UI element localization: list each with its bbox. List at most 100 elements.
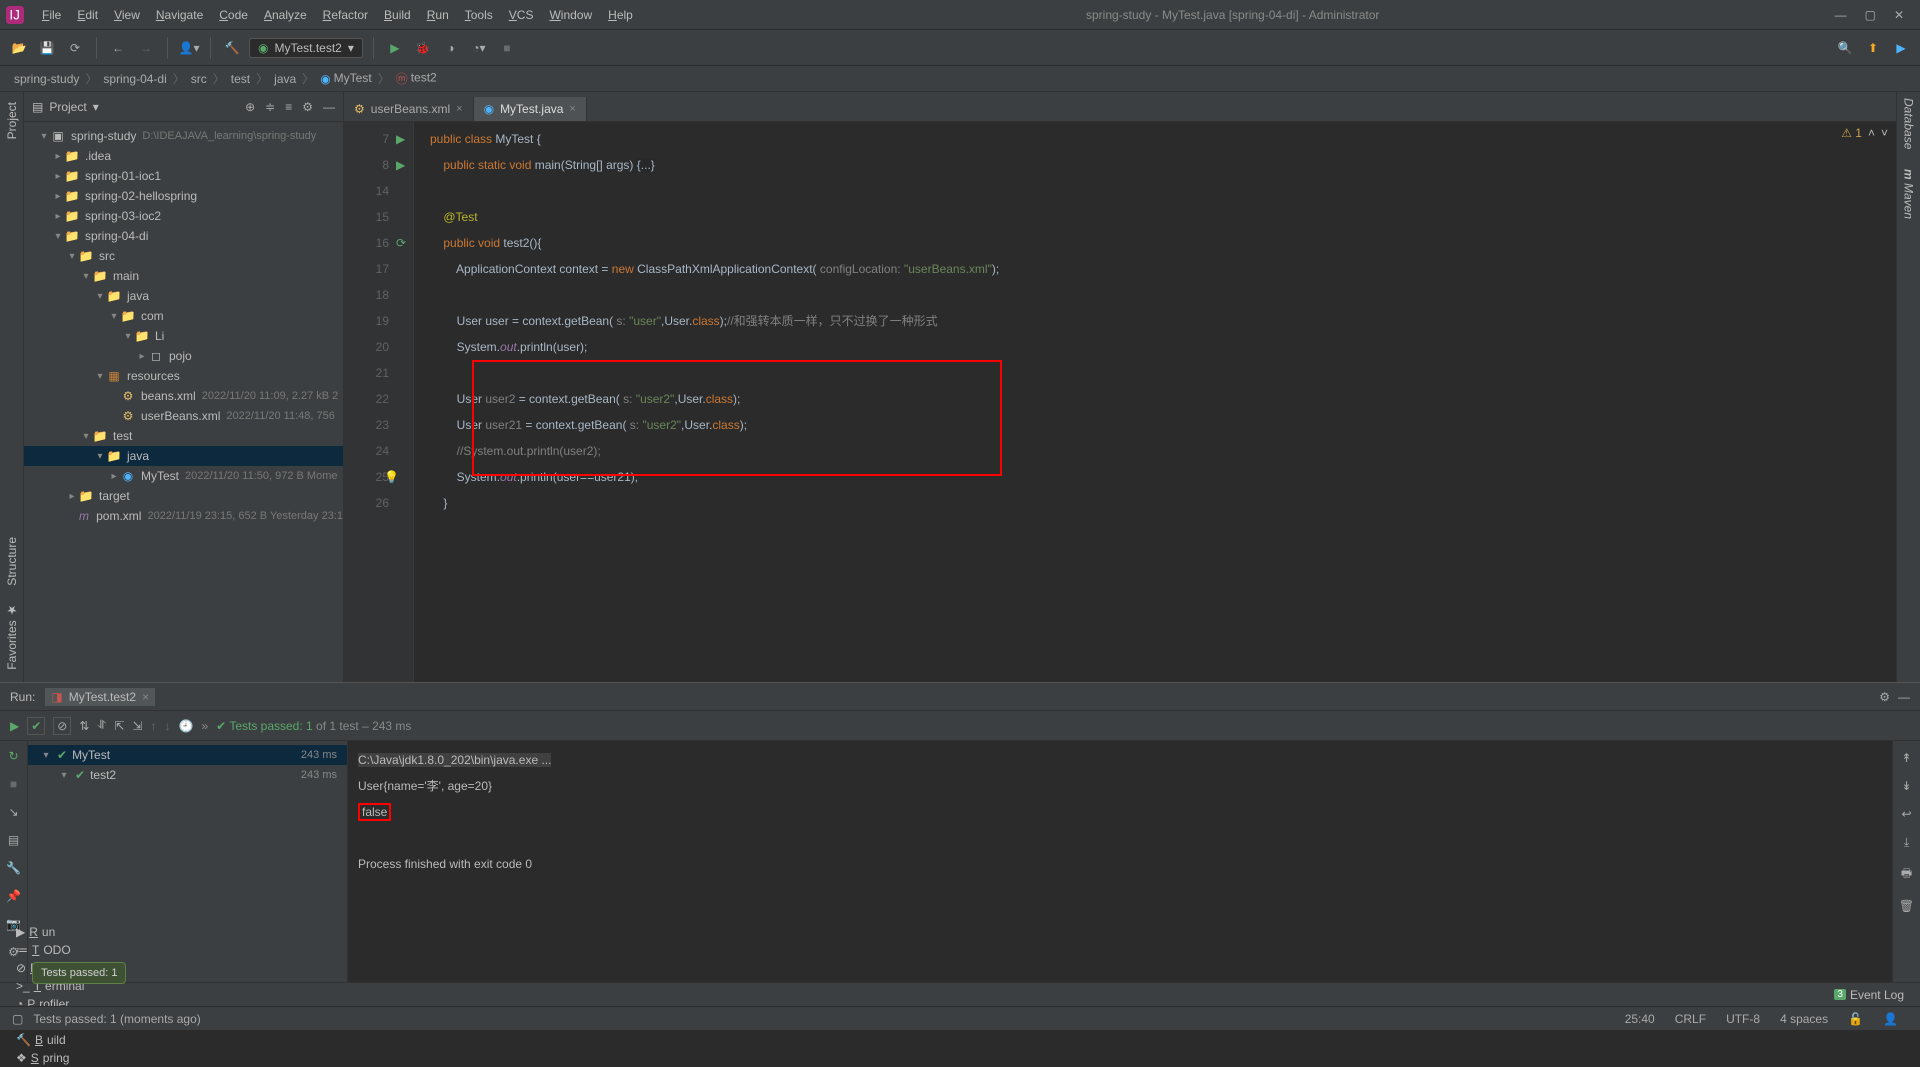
- breadcrumb-item[interactable]: src: [187, 72, 211, 86]
- wrench-icon[interactable]: 🔧: [6, 861, 21, 875]
- run-gutter-icon[interactable]: ⟳: [396, 230, 406, 256]
- tree-node[interactable]: ▸📁spring-02-hellospring: [24, 186, 343, 206]
- close-window-button[interactable]: ✕: [1894, 8, 1904, 22]
- event-log-button[interactable]: 3Event Log: [1826, 986, 1912, 1004]
- select-opened-icon[interactable]: ⊕: [245, 100, 255, 114]
- hide-run-icon[interactable]: —: [1898, 690, 1910, 704]
- breadcrumb-item[interactable]: java: [270, 72, 300, 86]
- readonly-lock-icon[interactable]: 🔓: [1838, 1012, 1873, 1026]
- bottom-todo-button[interactable]: ≔TODO: [8, 941, 95, 959]
- print-icon[interactable]: 🖶: [1901, 864, 1912, 885]
- maximize-button[interactable]: ▢: [1865, 8, 1876, 22]
- menu-window[interactable]: Window: [541, 4, 600, 26]
- tree-node[interactable]: ▾📁com: [24, 306, 343, 326]
- close-icon[interactable]: ×: [142, 690, 149, 704]
- menu-file[interactable]: File: [34, 4, 69, 26]
- project-tool-tab[interactable]: Project: [5, 98, 19, 143]
- save-icon[interactable]: 💾: [36, 37, 58, 59]
- tree-node[interactable]: ▾📁Li: [24, 326, 343, 346]
- run-icon[interactable]: ▶: [384, 37, 406, 59]
- avatar-icon[interactable]: 👤▾: [178, 37, 200, 59]
- hide-icon[interactable]: —: [323, 100, 335, 114]
- line-gutter[interactable]: 7▶8▶141516⟳171819202122232425💡26: [344, 122, 414, 682]
- console-output[interactable]: C:\Java\jdk1.8.0_202\bin\java.exe ...Use…: [348, 741, 1892, 982]
- prev-highlight-icon[interactable]: ˄: [1868, 126, 1875, 140]
- toggle-ignore-icon[interactable]: ⊘: [53, 717, 71, 735]
- clear-icon[interactable]: 🗑: [1899, 899, 1914, 913]
- scroll-lock-icon[interactable]: ⤓: [1904, 835, 1909, 850]
- open-icon[interactable]: 📂: [8, 37, 30, 59]
- layout-icon[interactable]: ▤: [8, 833, 19, 847]
- ide-updates-icon[interactable]: ⬆: [1862, 37, 1884, 59]
- run-gutter-icon[interactable]: ▶: [396, 126, 405, 152]
- structure-tool-tab[interactable]: Structure: [5, 533, 19, 590]
- tree-node[interactable]: ▾📁spring-04-di: [24, 226, 343, 246]
- minimize-button[interactable]: —: [1835, 8, 1847, 22]
- next-highlight-icon[interactable]: ˅: [1881, 126, 1888, 140]
- run-gutter-icon[interactable]: ▶: [396, 152, 405, 178]
- intention-bulb-icon[interactable]: 💡: [384, 464, 399, 490]
- profile-icon[interactable]: ◔▾: [468, 37, 490, 59]
- close-icon[interactable]: ×: [569, 103, 575, 115]
- line-separator[interactable]: CRLF: [1665, 1012, 1716, 1026]
- expand-all-icon[interactable]: ≑: [265, 100, 275, 114]
- test-node[interactable]: ▾✔test2243 ms: [28, 765, 347, 785]
- menu-navigate[interactable]: Navigate: [148, 4, 211, 26]
- close-icon[interactable]: ×: [456, 103, 462, 115]
- stop-icon[interactable]: ■: [496, 37, 518, 59]
- sort-icon[interactable]: ⇅: [79, 719, 89, 733]
- menu-run[interactable]: Run: [419, 4, 457, 26]
- code-editor[interactable]: public class MyTest { public static void…: [414, 122, 1896, 682]
- editor-tab[interactable]: ⚙userBeans.xml×: [344, 97, 474, 121]
- sort2-icon[interactable]: ⥯: [97, 718, 106, 733]
- coverage-icon[interactable]: ◑: [440, 37, 462, 59]
- caret-position[interactable]: 25:40: [1615, 1012, 1665, 1026]
- run-config-selector[interactable]: ◉ MyTest.test2 ▾: [249, 38, 363, 58]
- settings-gear-icon[interactable]: ⚙: [302, 100, 313, 114]
- back-icon[interactable]: ←: [107, 37, 129, 59]
- rerun-icon[interactable]: ▶: [10, 719, 19, 733]
- menu-edit[interactable]: Edit: [69, 4, 106, 26]
- collapse-icon[interactable]: ⇲: [132, 719, 142, 733]
- collapse-all-icon[interactable]: ≡: [285, 100, 292, 114]
- history-icon[interactable]: 🕘: [179, 719, 194, 733]
- breadcrumb-item[interactable]: ⓜtest2: [392, 70, 441, 87]
- indent-setting[interactable]: 4 spaces: [1770, 1012, 1838, 1026]
- scroll-start-icon[interactable]: ↟: [1901, 751, 1911, 765]
- favorites-tool-tab[interactable]: Favorites ★: [5, 599, 19, 674]
- build-icon[interactable]: 🔨: [221, 37, 243, 59]
- tree-node[interactable]: ▸📁.idea: [24, 146, 343, 166]
- debug-icon[interactable]: 🐞: [412, 37, 434, 59]
- expand-icon[interactable]: ⇱: [114, 719, 124, 733]
- tree-node[interactable]: ⚙userBeans.xml2022/11/20 11:48, 756: [24, 406, 343, 426]
- codewithme-icon[interactable]: ▶: [1890, 37, 1912, 59]
- toggle-pass-icon[interactable]: ✔: [27, 717, 45, 735]
- rerun-left-icon[interactable]: ↻: [8, 749, 18, 763]
- tree-node[interactable]: ▸📁spring-01-ioc1: [24, 166, 343, 186]
- tree-node[interactable]: ▾📁java: [24, 286, 343, 306]
- tree-node[interactable]: ▾📁test: [24, 426, 343, 446]
- tree-node[interactable]: ⚙beans.xml2022/11/20 11:09, 2.27 kB 2: [24, 386, 343, 406]
- scroll-end-icon[interactable]: ↡: [1901, 779, 1911, 793]
- tree-node[interactable]: ▾📁main: [24, 266, 343, 286]
- menu-analyze[interactable]: Analyze: [256, 4, 315, 26]
- menu-vcs[interactable]: VCS: [501, 4, 542, 26]
- maven-tool-tab[interactable]: m Maven: [1902, 169, 1916, 219]
- tree-node[interactable]: ▾📁java: [24, 446, 343, 466]
- tree-node[interactable]: ▸📁spring-03-ioc2: [24, 206, 343, 226]
- tree-node[interactable]: ▾▦resources: [24, 366, 343, 386]
- exit-icon[interactable]: ↘: [8, 805, 18, 819]
- run-tab[interactable]: ◨ MyTest.test2 ×: [45, 688, 155, 706]
- project-tree[interactable]: ▾▣spring-studyD:\IDEAJAVA_learning\sprin…: [24, 122, 343, 682]
- tree-node[interactable]: ▸📁target: [24, 486, 343, 506]
- prev-icon[interactable]: ↑: [151, 719, 157, 733]
- sync-icon[interactable]: ⟳: [64, 37, 86, 59]
- menu-code[interactable]: Code: [211, 4, 256, 26]
- breadcrumb-item[interactable]: spring-study: [10, 72, 83, 86]
- tree-node[interactable]: ▾📁src: [24, 246, 343, 266]
- bottom-spring-button[interactable]: ❖Spring: [8, 1049, 95, 1067]
- pin-icon[interactable]: 📌: [6, 889, 21, 903]
- soft-wrap-icon[interactable]: ↩: [1901, 807, 1911, 821]
- next-icon[interactable]: ↓: [165, 719, 171, 733]
- menu-build[interactable]: Build: [376, 4, 419, 26]
